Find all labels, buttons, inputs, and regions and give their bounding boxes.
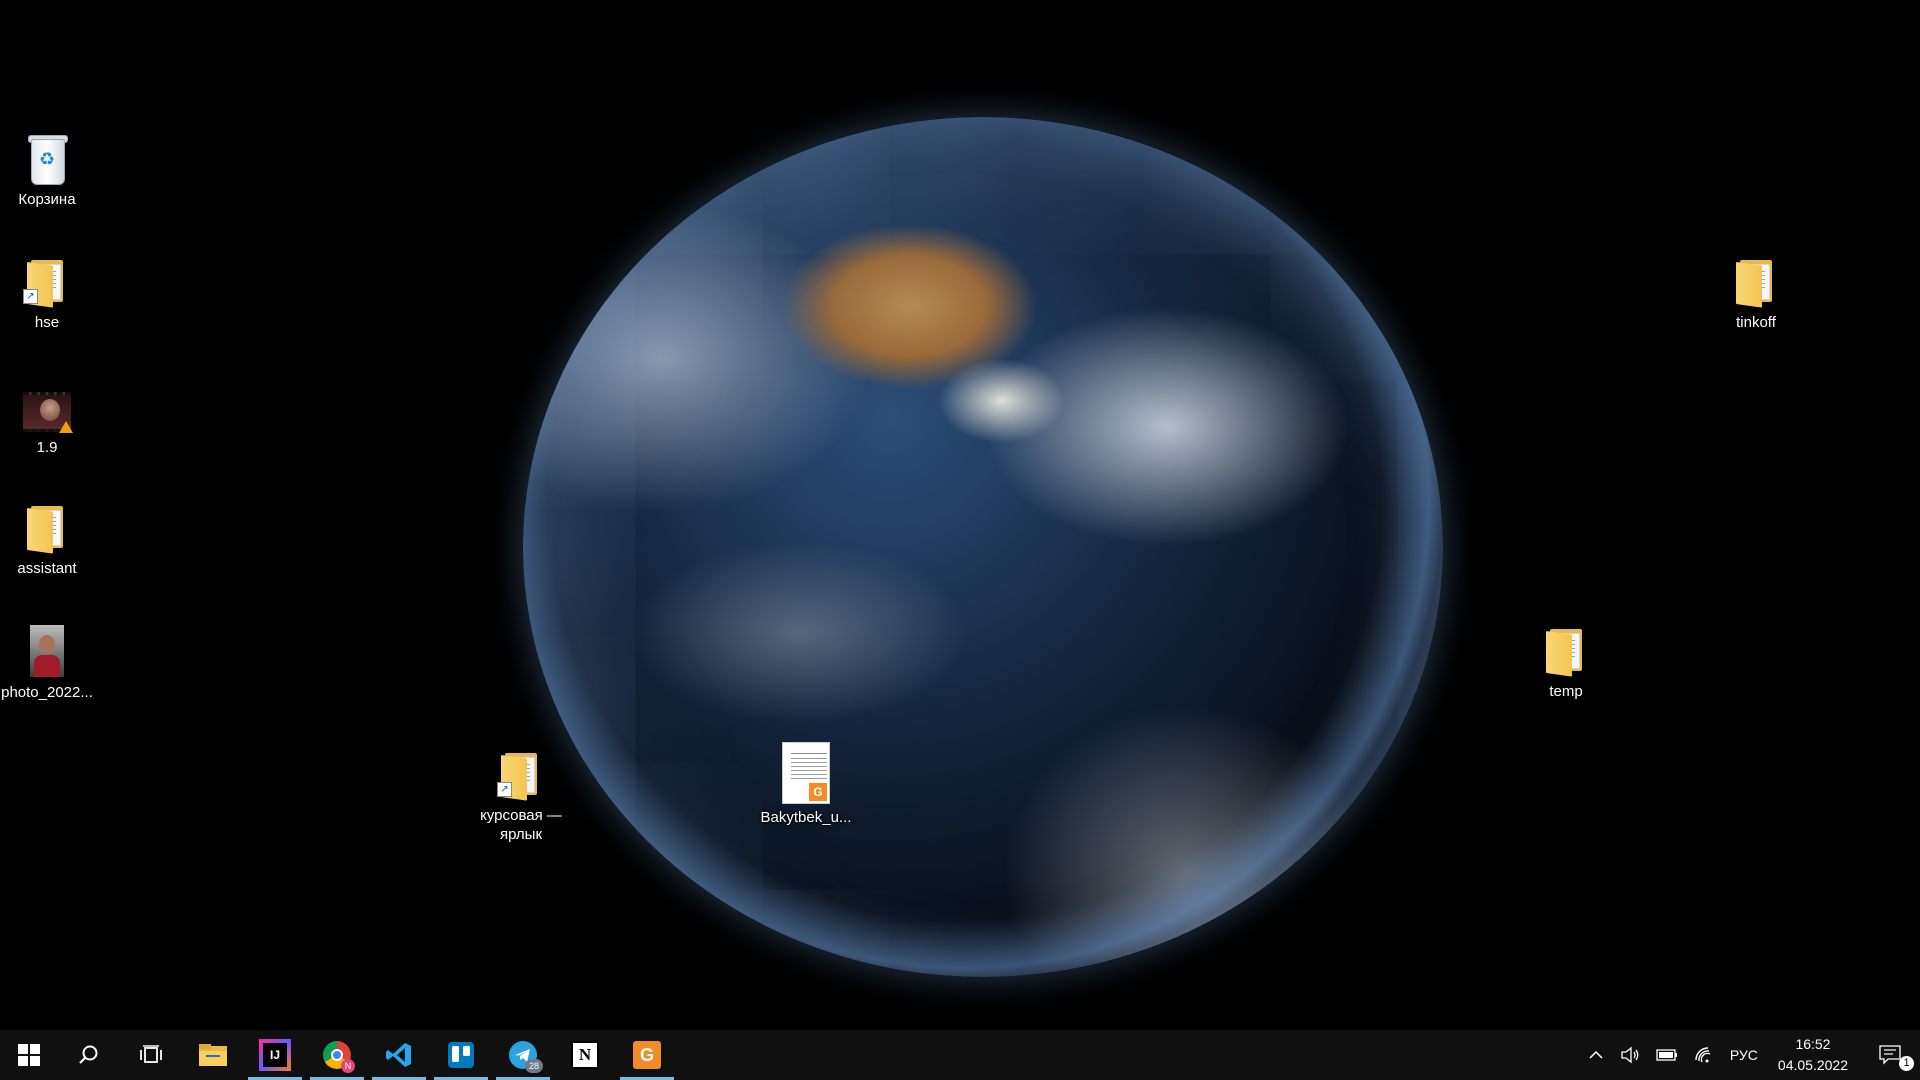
search-button[interactable] [58, 1030, 120, 1080]
telegram-icon: 28 [509, 1041, 543, 1073]
show-hidden-icons-button[interactable] [1580, 1030, 1612, 1080]
folder-icon [1732, 253, 1780, 309]
clock-button[interactable]: 16:52 04.05.2022 [1766, 1030, 1860, 1080]
battery-button[interactable] [1648, 1030, 1686, 1080]
desktop-icon-video[interactable]: 1.9 [0, 390, 94, 457]
taskbar-app-pdf-reader[interactable]: G [616, 1030, 678, 1080]
image-thumbnail-icon [23, 623, 71, 679]
task-view-button[interactable] [120, 1030, 182, 1080]
folder-shortcut-icon: ↗ [497, 746, 545, 802]
clock-date: 04.05.2022 [1777, 1057, 1848, 1073]
chevron-up-icon [1589, 1050, 1603, 1059]
desktop-icon-label: Корзина [18, 191, 76, 208]
chrome-icon: N [323, 1041, 355, 1073]
video-thumbnail-icon [23, 390, 73, 434]
volume-button[interactable] [1612, 1030, 1648, 1080]
system-tray: РУС 16:52 04.05.2022 1 [1580, 1030, 1920, 1080]
network-button[interactable] [1686, 1030, 1722, 1080]
desktop-icon-label: temp [1549, 683, 1583, 700]
desktop-icon-coursework-shortcut[interactable]: ↗ курсовая — ярлык [474, 746, 568, 844]
desktop-icon-label: assistant [17, 560, 77, 577]
desktop-icon-assistant[interactable]: assistant [0, 499, 94, 578]
desktop-icon-label: курсовая — ярлык [480, 807, 562, 843]
notion-icon: N [571, 1041, 599, 1069]
taskbar-app-intellij[interactable]: IJ [244, 1030, 306, 1080]
taskbar-app-telegram[interactable]: 28 [492, 1030, 554, 1080]
action-center-button[interactable]: 1 [1860, 1030, 1920, 1080]
input-language-button[interactable]: РУС [1722, 1030, 1766, 1080]
folder-icon [23, 499, 71, 555]
desktop-icon-photo[interactable]: photo_2022... [0, 623, 94, 702]
taskbar: IJ N 28 N G РУС 16:52 04.05.2022 1 [0, 1030, 1920, 1080]
start-button[interactable] [0, 1030, 58, 1080]
desktop-icon-label: Bakytbek_u... [760, 809, 852, 826]
intellij-glyph: IJ [263, 1043, 287, 1067]
desktop-icon-pdf[interactable]: G Bakytbek_u... [759, 742, 853, 827]
notification-count-badge: 1 [1899, 1056, 1914, 1071]
desktop-icon-recycle-bin[interactable]: ♻ Корзина [0, 130, 94, 209]
search-icon [79, 1045, 98, 1064]
desktop-icon-hse[interactable]: ↗ hse [0, 253, 94, 332]
file-explorer-icon [199, 1044, 227, 1066]
intellij-icon: IJ [259, 1039, 291, 1071]
desktop-icon-label: 1.9 [36, 439, 58, 456]
taskbar-app-chrome[interactable]: N [306, 1030, 368, 1080]
pdf-document-icon: G [782, 742, 830, 804]
taskbar-app-trello[interactable] [430, 1030, 492, 1080]
telegram-unread-badge: 28 [525, 1059, 543, 1073]
desktop-icon-label: tinkoff [1736, 314, 1776, 331]
task-view-icon [140, 1045, 162, 1063]
desktop-icon-temp[interactable]: temp [1519, 622, 1613, 701]
desktop[interactable]: ♻ Корзина ↗ hse 1.9 assistant photo_2022… [0, 0, 1920, 1030]
vscode-icon [386, 1043, 411, 1067]
folder-shortcut-icon: ↗ [23, 253, 71, 309]
notification-icon [1879, 1045, 1901, 1065]
desktop-icon-tinkoff[interactable]: tinkoff [1709, 253, 1803, 332]
wifi-icon [1695, 1047, 1711, 1063]
earth-wallpaper [523, 117, 1443, 977]
desktop-icon-label: photo_2022... [1, 684, 93, 701]
windows-logo-icon [18, 1044, 40, 1066]
battery-icon [1656, 1049, 1677, 1061]
folder-icon [1542, 622, 1590, 678]
pdf-reader-icon: G [633, 1041, 661, 1069]
taskbar-app-file-explorer[interactable] [182, 1030, 244, 1080]
speaker-icon [1621, 1046, 1639, 1064]
taskbar-app-vscode[interactable] [368, 1030, 430, 1080]
clock-time: 16:52 [1795, 1036, 1831, 1052]
recycle-bin-icon: ♻ [23, 130, 71, 186]
taskbar-app-notion[interactable]: N [554, 1030, 616, 1080]
trello-icon [448, 1042, 474, 1068]
desktop-icon-label: hse [34, 314, 60, 331]
chrome-profile-badge: N [341, 1059, 355, 1073]
